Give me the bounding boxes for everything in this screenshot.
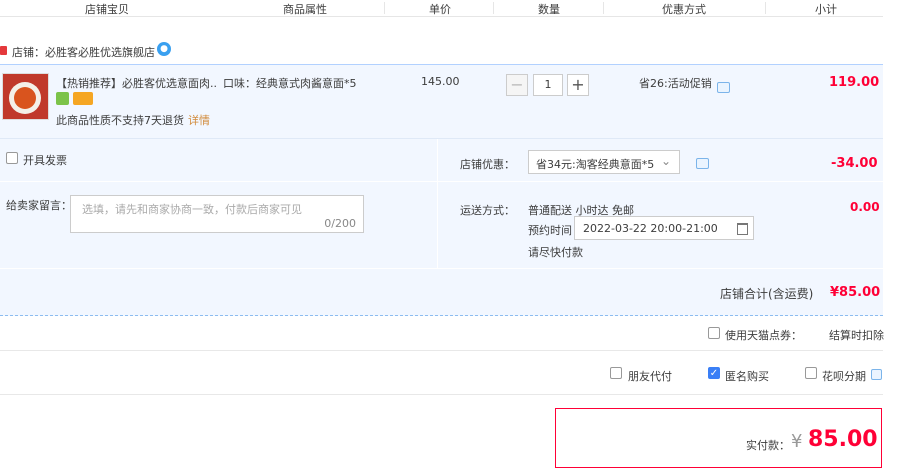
col-subtotal: 小计 xyxy=(815,3,837,16)
tmall-points-checkbox[interactable] xyxy=(708,327,720,339)
return-policy-link[interactable]: 详情 xyxy=(188,114,210,127)
shipping-label: 运送方式： xyxy=(460,204,515,217)
col-quantity: 数量 xyxy=(538,3,560,16)
promo-text: 省26:活动促销 xyxy=(639,77,712,90)
shop-icon xyxy=(0,46,7,55)
shop-total-row: 店铺合计(含运费) ¥85.00 xyxy=(0,269,883,316)
col-discount: 优惠方式 xyxy=(662,3,706,16)
reserve-time: 2022-03-22 20:00-21:00 xyxy=(583,222,718,235)
invoice-label: 开具发票 xyxy=(23,154,67,167)
return-policy-text: 此商品性质不支持7天退货 xyxy=(56,114,184,127)
comment-icon[interactable] xyxy=(717,82,730,93)
comment-icon[interactable] xyxy=(696,158,709,169)
col-shop-item: 店铺宝贝 xyxy=(85,3,129,16)
shop-total-value: ¥85.00 xyxy=(830,285,881,300)
coupon-label: 店铺优惠： xyxy=(460,158,515,171)
return-policy: 此商品性质不支持7天退货 详情 xyxy=(56,112,210,128)
anonymous-label: 匿名购买 xyxy=(725,370,769,383)
chevron-down-icon: ⌄ xyxy=(660,154,671,168)
shipping-note: 请尽快付款 xyxy=(528,246,583,259)
divider xyxy=(384,2,385,14)
quantity-input[interactable]: 1 xyxy=(533,74,563,96)
anonymous-checkbox[interactable]: ✓ xyxy=(708,367,720,379)
divider xyxy=(493,2,494,14)
info-icon[interactable] xyxy=(871,369,882,380)
reserve-label: 预约时间 xyxy=(528,224,572,237)
product-thumbnail[interactable] xyxy=(2,73,49,120)
memo-textarea[interactable]: 选填，请先和商家协商一致，付款后商家可见 0/200 xyxy=(70,195,364,233)
col-attributes: 商品属性 xyxy=(283,3,327,16)
invoice-checkbox[interactable] xyxy=(6,152,18,164)
coupon-select[interactable]: 省34元:淘客经典意面*5 ⌄ xyxy=(528,150,680,174)
divider xyxy=(0,350,883,351)
coupon-selected: 省34元:淘客经典意面*5 xyxy=(536,158,655,171)
friend-pay-checkbox[interactable] xyxy=(610,367,622,379)
divider xyxy=(765,2,766,14)
invoice-coupon-row xyxy=(0,139,883,182)
tmall-points-label: 使用天猫点券： xyxy=(725,329,802,342)
shop-total-label: 店铺合计(含运费) xyxy=(720,287,814,301)
shipping-fee: 0.00 xyxy=(850,200,880,214)
friend-pay-label: 朋友代付 xyxy=(628,370,672,383)
divider xyxy=(437,182,438,268)
payment-currency: ¥ xyxy=(791,431,803,452)
divider xyxy=(603,2,604,14)
coupon-amount: -34.00 xyxy=(831,156,878,171)
calendar-icon xyxy=(737,223,748,235)
payment-label: 实付款： xyxy=(746,439,790,452)
product-attribute: 口味：经典意式肉酱意面*5 xyxy=(223,77,357,90)
reserve-time-picker[interactable]: 2022-03-22 20:00-21:00 xyxy=(574,216,754,240)
product-title[interactable]: 【热销推荐】必胜客优选意面肉... xyxy=(56,75,216,91)
payment-amount: 85.00 xyxy=(808,427,878,452)
memo-label: 给卖家留言： xyxy=(6,199,72,212)
card-icon xyxy=(73,92,93,105)
quantity-decrease-button[interactable]: − xyxy=(506,74,528,96)
cart-item: 【热销推荐】必胜客优选意面肉... 口味：经典意式肉酱意面*5 145.00 −… xyxy=(0,64,883,139)
huabei-label: 花呗分期 xyxy=(822,370,866,383)
quantity-increase-button[interactable]: + xyxy=(567,74,589,96)
unit-price: 145.00 xyxy=(421,75,460,88)
memo-count: 0/200 xyxy=(324,217,356,230)
payment-summary: 实付款： ¥ 85.00 xyxy=(555,408,882,468)
memo-placeholder: 选填，请先和商家协商一致，付款后商家可见 xyxy=(82,203,302,216)
chat-badge-icon[interactable]: ● xyxy=(157,42,171,56)
cart-header: 店铺宝贝 商品属性 单价 数量 优惠方式 小计 xyxy=(0,0,883,17)
item-subtotal: 119.00 xyxy=(829,75,880,90)
col-unit-price: 单价 xyxy=(429,3,451,16)
divider xyxy=(437,139,438,181)
shop-name[interactable]: 店铺：必胜客必胜优选旗舰店 xyxy=(12,44,155,60)
service-icon xyxy=(56,92,69,105)
huabei-checkbox[interactable] xyxy=(805,367,817,379)
tmall-points-note: 结算时扣除 xyxy=(829,329,884,342)
divider xyxy=(0,394,883,395)
